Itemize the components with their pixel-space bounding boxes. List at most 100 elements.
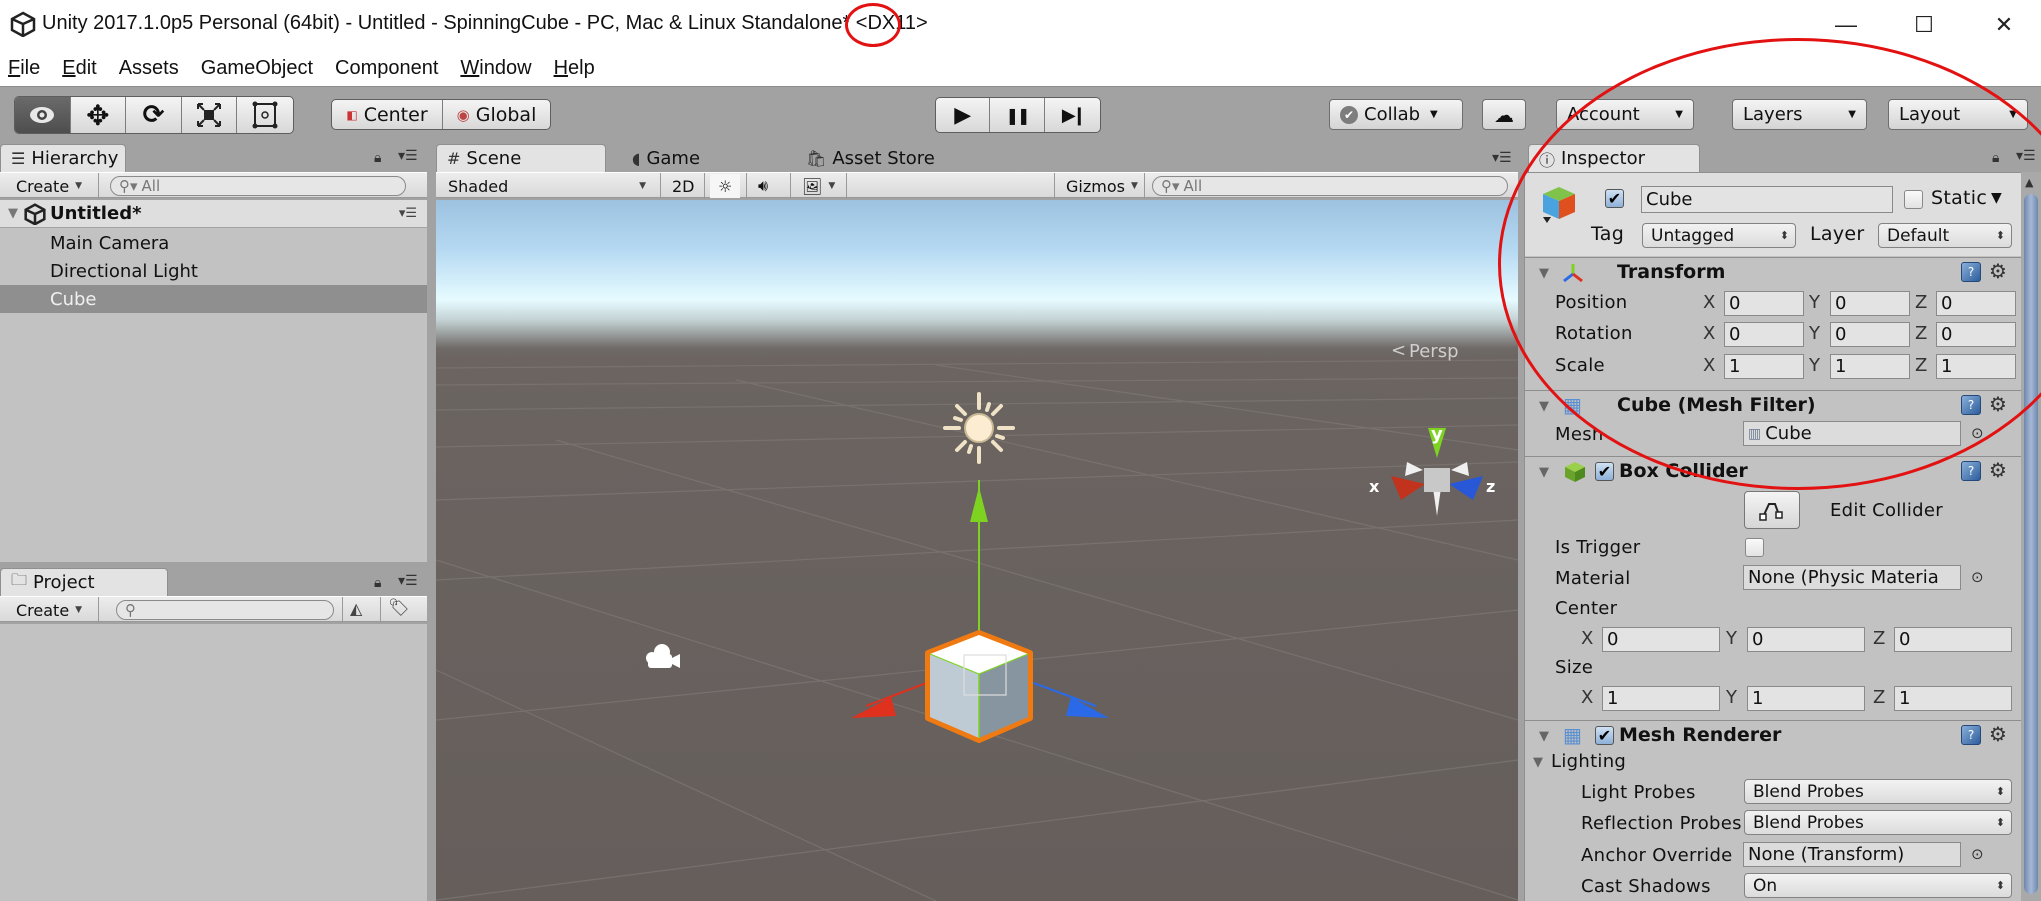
hierarchy-item[interactable]: Directional Light [0,257,427,285]
project-create-dropdown[interactable]: Create ▼ [8,599,90,621]
menu-help[interactable]: Help [554,57,595,80]
hierarchy-item[interactable]: Main Camera [0,229,427,257]
maximize-button[interactable]: ☐ [1894,8,1954,42]
tab-game[interactable]: ◖ Game [622,144,752,172]
edit-collider-button[interactable] [1744,491,1800,529]
project-search-input[interactable]: ⚲ [116,600,334,620]
scale-tool-button[interactable] [182,97,238,133]
selected-cube[interactable] [925,630,1033,743]
lock-icon[interactable]: 🔒︎ [374,150,381,166]
close-button[interactable]: ✕ [1974,8,2034,42]
fold-arrow-icon[interactable]: ▼ [8,206,18,221]
pivot-mode-button[interactable]: ◧ Center [332,100,443,129]
fold-arrow-icon[interactable]: ▼ [1539,266,1549,281]
2d-toggle[interactable]: 2D [664,175,703,197]
mesh-renderer-header[interactable]: ▼ ▦ ✔ Mesh Renderer ? ⚙ [1525,720,2022,750]
scene-menu-icon[interactable]: ▾☰ [399,206,417,221]
scale-x-input[interactable]: 1 [1724,354,1804,379]
tab-hierarchy[interactable]: ☰ Hierarchy [0,144,126,172]
size-y-input[interactable]: 1 [1747,686,1865,711]
mesh-object-field[interactable]: ▥ Cube [1743,421,1961,446]
tab-inspector[interactable]: ⓘ Inspector [1528,144,1700,172]
filter-by-type-icon[interactable]: ◭ [350,599,362,618]
panel-menu-icon[interactable]: ▾☰ [1492,150,1512,166]
light-probes-dropdown[interactable]: Blend Probes ⬍ [1744,779,2012,804]
pause-button[interactable]: ❚❚ [990,98,1045,132]
menu-window[interactable]: Window [460,57,531,80]
camera-gizmo-icon[interactable] [646,644,680,668]
inspector-scrollbar[interactable]: ▲ [2021,172,2041,901]
transform-header[interactable]: ▼ Transform ? ⚙ [1525,257,2022,287]
x-axis-arrow-icon[interactable] [851,697,896,718]
gameobject-cube-icon[interactable] [1539,183,1579,225]
scene-viewport[interactable]: y x z < Persp [436,200,1518,901]
fold-arrow-icon[interactable]: ▼ [1539,729,1549,744]
center-x-input[interactable]: 0 [1602,627,1720,652]
fold-arrow-icon[interactable]: ▼ [1539,465,1549,480]
mesh-filter-header[interactable]: ▼ ▦ Cube (Mesh Filter) ? ⚙ [1525,390,2022,420]
lock-icon[interactable]: 🔒︎ [1992,150,1999,166]
hierarchy-search-input[interactable]: ⚲▾ All [110,176,406,196]
active-checkbox[interactable]: ✔ [1605,189,1624,208]
position-y-input[interactable]: 0 [1830,291,1910,316]
center-z-input[interactable]: 0 [1894,627,2012,652]
gear-icon[interactable]: ⚙ [1989,392,2007,416]
pivot-rotation-button[interactable]: ◉ Global [443,100,550,129]
layout-dropdown[interactable]: Layout ▼ [1888,99,2028,130]
rotation-x-input[interactable]: 0 [1724,322,1804,347]
object-picker-icon[interactable]: ⊙ [1971,568,1984,586]
view-tool-button[interactable] [15,97,71,133]
physic-material-field[interactable]: None (Physic Materia [1743,565,1961,590]
scene-search-input[interactable]: ⚲▾ All [1152,176,1508,196]
panel-menu-icon[interactable]: ▾☰ [398,573,418,589]
rect-tool-button[interactable] [237,97,293,133]
panel-menu-icon[interactable]: ▾☰ [2016,148,2036,164]
rotate-tool-button[interactable]: ⟳ [126,97,182,133]
scroll-up-icon[interactable]: ▲ [2025,176,2033,189]
help-icon[interactable]: ? [1961,395,1981,415]
panel-menu-icon[interactable]: ▾☰ [398,148,418,164]
layer-dropdown[interactable]: Default ⬍ [1878,223,2012,248]
projection-label[interactable]: Persp [1409,341,1459,362]
anchor-override-field[interactable]: None (Transform) [1743,842,1961,867]
scale-y-input[interactable]: 1 [1830,354,1910,379]
is-trigger-checkbox[interactable] [1745,538,1764,557]
center-y-input[interactable]: 0 [1747,627,1865,652]
static-checkbox[interactable] [1904,190,1923,209]
fold-arrow-icon[interactable]: ▼ [1539,399,1549,414]
gear-icon[interactable]: ⚙ [1989,259,2007,283]
size-z-input[interactable]: 1 [1894,686,2012,711]
scene-root[interactable]: ▼ Untitled* ▾☰ [0,200,427,228]
tag-dropdown[interactable]: Untagged ⬍ [1642,223,1796,248]
filter-by-label-icon[interactable]: 🏷︎ [388,598,410,618]
cast-shadows-dropdown[interactable]: On ⬍ [1744,873,2012,898]
menu-assets[interactable]: Assets [119,57,179,80]
gear-icon[interactable]: ⚙ [1989,458,2007,482]
scrollbar-thumb[interactable] [2024,194,2038,894]
y-axis-arrow-icon[interactable] [970,487,988,522]
box-collider-enabled-checkbox[interactable]: ✔ [1595,462,1614,481]
lighting-toggle[interactable]: ☼ [710,174,741,198]
help-icon[interactable]: ? [1961,725,1981,745]
move-tool-button[interactable]: ✥ [71,97,127,133]
size-x-input[interactable]: 1 [1602,686,1720,711]
cloud-button[interactable]: ☁ [1482,99,1526,130]
scale-z-input[interactable]: 1 [1936,354,2016,379]
step-button[interactable]: ▶❙ [1045,98,1100,132]
gameobject-name-input[interactable]: Cube [1641,186,1893,213]
static-dropdown-icon[interactable]: ▼ [1991,190,2002,206]
object-picker-icon[interactable]: ⊙ [1971,845,1984,863]
position-x-input[interactable]: 0 [1724,291,1804,316]
gear-icon[interactable]: ⚙ [1989,722,2007,746]
tab-asset-store[interactable]: 🛍︎ Asset Store [796,144,976,172]
play-button[interactable]: ▶ [936,98,991,132]
help-icon[interactable]: ? [1961,461,1981,481]
draw-mode-dropdown[interactable]: Shaded ▼ [440,175,654,197]
tab-scene[interactable]: # Scene [436,144,606,172]
account-dropdown[interactable]: Account ▼ [1556,99,1694,130]
effects-dropdown[interactable]: 🖼︎ ▼ [794,175,843,197]
help-icon[interactable]: ? [1961,262,1981,282]
position-z-input[interactable]: 0 [1936,291,2016,316]
box-collider-header[interactable]: ▼ ✔ Box Collider ? ⚙ [1525,456,2022,486]
fold-arrow-icon[interactable]: ▼ [1533,755,1543,770]
